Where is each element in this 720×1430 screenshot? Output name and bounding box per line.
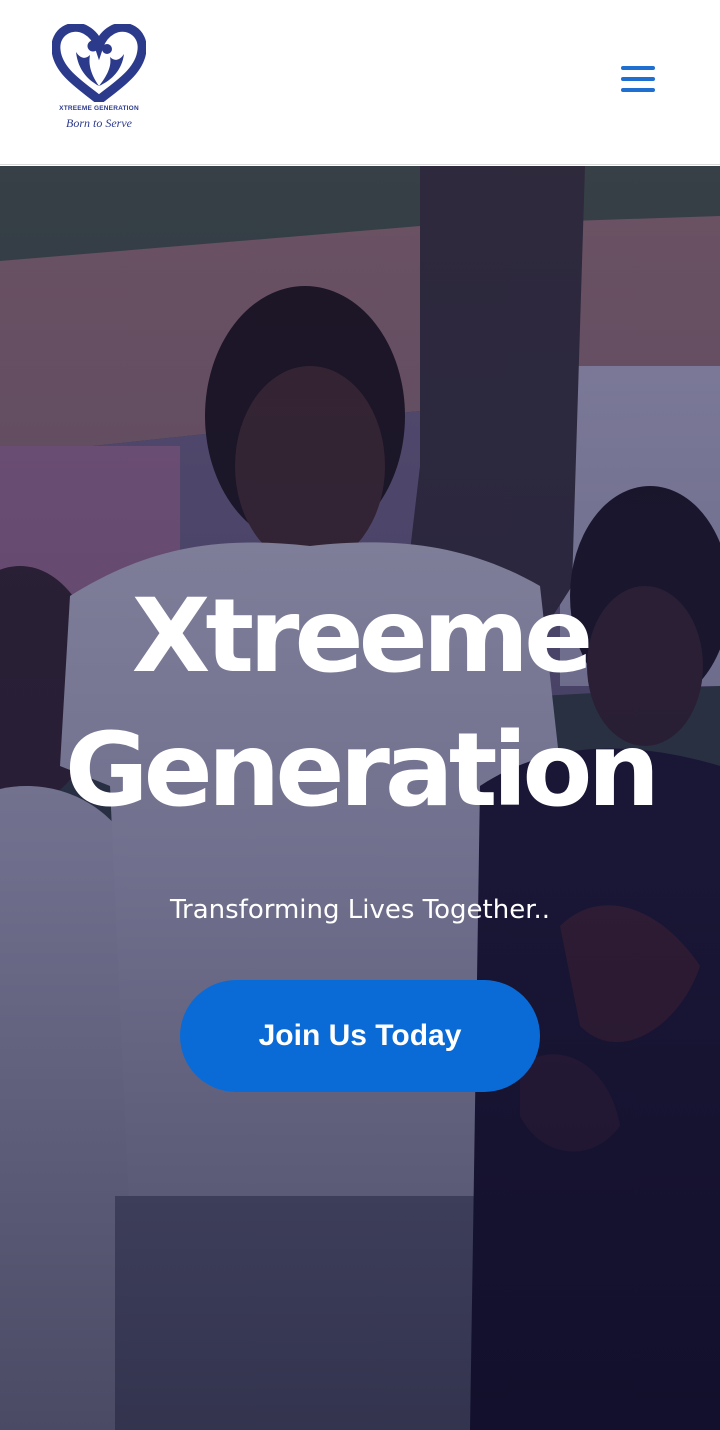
hero-title-line1: Xtreeme (131, 577, 594, 696)
hero-title: Xtreeme Generation (0, 570, 720, 838)
hero-subtitle: Transforming Lives Together.. (169, 895, 551, 925)
hero-section: Xtreeme Generation Transforming Lives To… (0, 166, 720, 1430)
hamburger-menu-icon[interactable] (618, 62, 658, 96)
logo-tagline: Born to Serve (66, 116, 132, 130)
site-header: XTREEME GENERATION Born to Serve (0, 0, 720, 165)
heart-people-logo-icon (52, 24, 146, 102)
hero-title-line2: Generation (64, 711, 660, 830)
site-logo[interactable]: XTREEME GENERATION Born to Serve (50, 24, 148, 134)
logo-name: XTREEME GENERATION (59, 105, 139, 112)
join-us-button[interactable]: Join Us Today (180, 980, 540, 1092)
